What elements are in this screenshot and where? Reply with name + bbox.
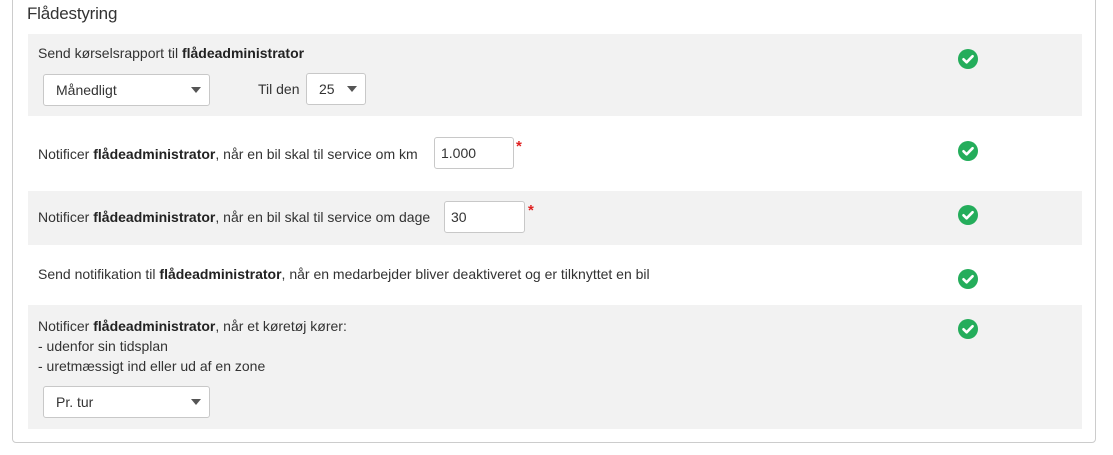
row-vehicle-driving: Notificer flådeadministrator, når et kør…: [28, 305, 1082, 429]
vehicle-notify-frequency-select[interactable]: Pr. tur: [43, 386, 210, 418]
report-frequency-value: Månedligt: [56, 82, 117, 98]
label-text: Send notifikation til: [38, 266, 160, 282]
check-circle-icon: [958, 205, 978, 225]
report-day-select[interactable]: 25: [306, 73, 366, 105]
section-title: Flådestyring: [27, 4, 118, 23]
service-km-value: 1.000: [441, 145, 477, 161]
label-text-post: , når en bil skal til service om dage: [215, 209, 431, 225]
chevron-down-icon: [191, 87, 201, 93]
row-service-days-label: Notificer flådeadministrator, når en bil…: [38, 209, 430, 225]
row-driving-report-label: Send kørselsrapport til flådeadministrat…: [38, 45, 304, 61]
condition-outside-schedule: - udenfor sin tidsplan: [38, 338, 168, 354]
row-service-km: Notificer flådeadministrator, når en bil…: [28, 116, 1082, 191]
service-km-input[interactable]: 1.000: [434, 137, 514, 169]
vehicle-notify-frequency-value: Pr. tur: [56, 394, 94, 410]
label-text: Notificer: [38, 146, 94, 162]
chevron-down-icon: [347, 86, 357, 92]
row-service-km-label: Notificer flådeadministrator, når en bil…: [38, 146, 418, 162]
report-day-value: 25: [319, 81, 335, 97]
label-role: flådeadministrator: [93, 146, 216, 162]
label-role: flådeadministrator: [181, 45, 305, 61]
label-role: flådeadministrator: [93, 318, 216, 334]
row-employee-deactivated: Send notifikation til flådeadministrator…: [28, 245, 1082, 305]
chevron-down-icon: [191, 399, 201, 405]
label-text-post: , når et køretøj kører:: [215, 318, 347, 334]
row-driving-report: Send kørselsrapport til flådeadministrat…: [28, 34, 1082, 116]
row-service-days: Notificer flådeadministrator, når en bil…: [28, 191, 1082, 245]
label-text-post: , når en bil skal til service om km: [215, 146, 418, 162]
label-text: Send kørselsrapport til: [38, 45, 182, 61]
required-mark: *: [516, 138, 522, 155]
required-mark: *: [528, 202, 534, 219]
service-days-input[interactable]: 30: [444, 201, 525, 233]
label-text-post: , når en medarbejder bliver deaktiveret …: [281, 266, 650, 282]
label-text: Notificer: [38, 209, 94, 225]
check-circle-icon: [958, 49, 978, 69]
til-den-label: Til den: [258, 81, 300, 97]
label-role: flådeadministrator: [93, 209, 216, 225]
check-circle-icon: [958, 319, 978, 339]
label-role: flådeadministrator: [159, 266, 282, 282]
service-days-value: 30: [451, 209, 467, 225]
label-text: Notificer: [38, 318, 94, 334]
report-frequency-select[interactable]: Månedligt: [43, 74, 210, 106]
row-vehicle-driving-label: Notificer flådeadministrator, når et kør…: [38, 318, 347, 334]
row-employee-deactivated-label: Send notifikation til flådeadministrator…: [38, 266, 650, 282]
check-circle-icon: [958, 141, 978, 161]
check-circle-icon: [958, 269, 978, 289]
condition-zone: - uretmæssigt ind eller ud af en zone: [38, 358, 266, 374]
